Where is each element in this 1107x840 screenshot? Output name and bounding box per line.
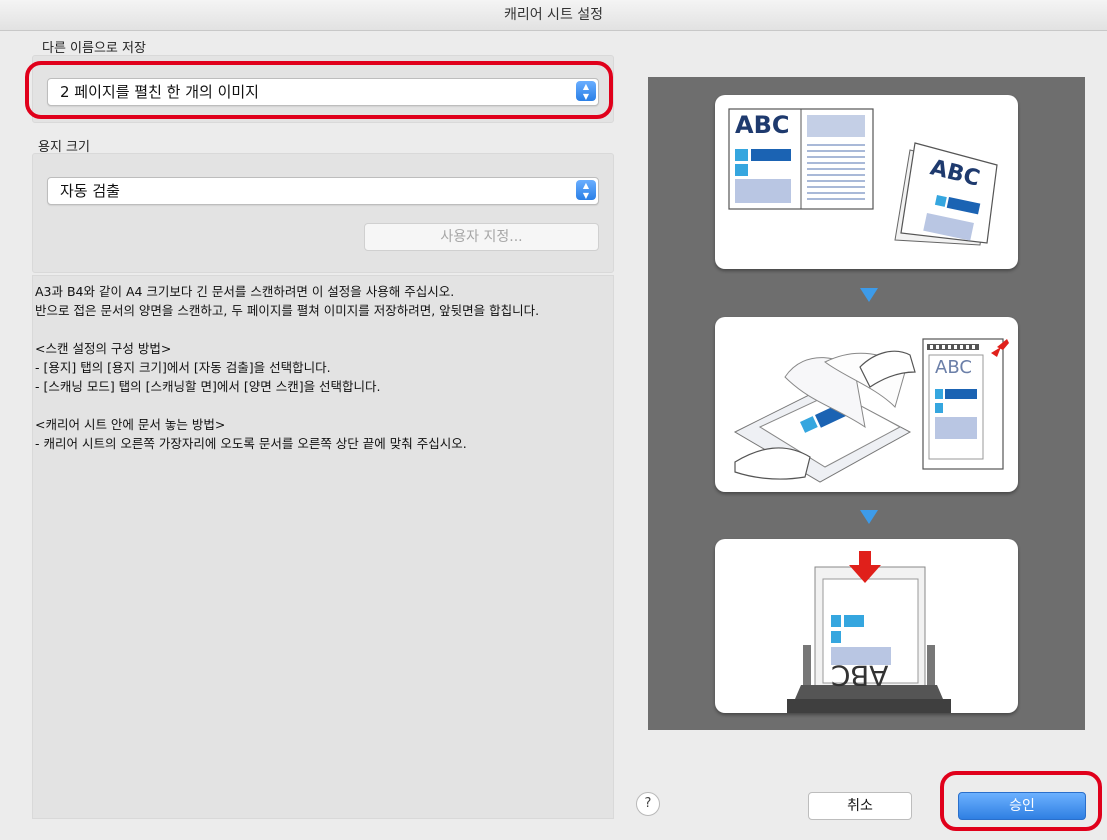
illustration-card-folded-document: ABC ABC: [715, 95, 1018, 269]
custom-size-button[interactable]: 사용자 지정...: [364, 223, 599, 251]
illustration-card-insert-document: ABC: [715, 317, 1018, 492]
window-title-bar: 캐리어 시트 설정: [0, 0, 1107, 31]
save-as-label: 다른 이름으로 저장: [42, 41, 146, 56]
description-line: A3과 B4와 같이 A4 크기보다 긴 문서를 스캔하려면 이 설정을 사용해…: [35, 284, 455, 299]
illustration-card-scanner: ABC: [715, 539, 1018, 713]
cancel-button[interactable]: 취소: [808, 792, 912, 820]
illustration-panel: ABC ABC ABC ABC: [648, 77, 1085, 730]
window-title: 캐리어 시트 설정: [503, 7, 604, 23]
description-step: - [용지] 탭의 [용지 크기]에서 [자동 검출]을 선택합니다.: [35, 360, 331, 375]
description-step: - [스캐닝 모드] 탭의 [스캐닝할 면]에서 [양면 스캔]을 선택합니다.: [35, 379, 381, 394]
paper-size-select[interactable]: 자동 검출 ▲ ▼: [47, 177, 599, 205]
description-heading: <캐리어 시트 안에 문서 놓는 방법>: [35, 417, 226, 432]
paper-size-selected-value: 자동 검출: [60, 182, 120, 200]
help-button[interactable]: ?: [636, 792, 660, 816]
insert-document-illustration: [733, 338, 1009, 483]
description-line: 반으로 접은 문서의 양면을 스캔하고, 두 페이지를 펼쳐 이미지를 저장하려…: [35, 303, 540, 318]
description-heading: <스캔 설정의 구성 방법>: [35, 341, 172, 356]
red-highlight-save-as: [25, 61, 613, 119]
down-arrow-icon: [860, 288, 878, 302]
down-arrow-icon: [860, 510, 878, 524]
paper-size-group: [32, 153, 614, 273]
select-stepper-icon: ▲ ▼: [576, 180, 596, 200]
description-step: - 캐리어 시트의 오른쪽 가장자리에 오도록 문서를 오른쪽 상단 끝에 맞춰…: [35, 436, 467, 451]
red-highlight-ok: [940, 771, 1102, 831]
abc-label: ABC: [935, 357, 972, 378]
abc-mirrored-label: ABC: [831, 659, 889, 692]
abc-label: ABC: [735, 111, 790, 139]
description-panel: A3과 B4와 같이 A4 크기보다 긴 문서를 스캔하려면 이 설정을 사용해…: [32, 275, 614, 819]
